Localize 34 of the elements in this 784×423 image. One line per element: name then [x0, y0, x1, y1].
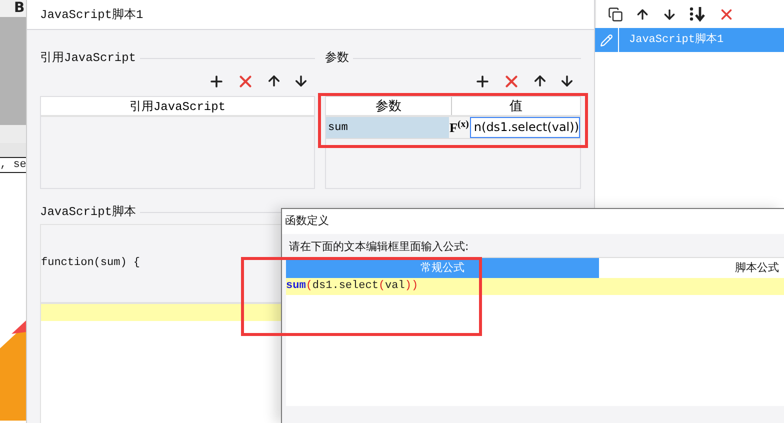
code-token: ds1.select — [312, 280, 378, 292]
code-token: ( — [306, 280, 312, 292]
dialog-title: 函数定义 — [285, 213, 329, 230]
script-name: JavaScript脚本1 — [628, 32, 724, 48]
parameter-name-cell[interactable]: sum — [326, 117, 449, 138]
move-up-icon[interactable] — [635, 6, 650, 22]
column-header[interactable]: 参数 — [326, 97, 452, 115]
text-fragment: , se — [0, 157, 26, 173]
section-title: 引用JavaScript — [40, 50, 136, 67]
code-line: function(sum) { — [41, 256, 140, 272]
add-icon[interactable] — [208, 72, 225, 90]
section-title: JavaScript脚本 — [40, 204, 136, 221]
code-token: sum — [286, 280, 306, 292]
formula-tab[interactable]: 脚本公式 — [599, 258, 784, 278]
add-icon[interactable] — [474, 72, 491, 90]
prompt-text: 请在下面的文本编辑框里面输入公式: — [288, 239, 470, 255]
move-up-icon[interactable] — [532, 73, 548, 89]
column-header[interactable]: 值 — [452, 97, 580, 115]
column-header[interactable]: 引用JavaScript — [41, 97, 314, 115]
move-to-bottom-icon[interactable] — [689, 6, 706, 22]
code-token: )) — [404, 280, 418, 292]
section-title: 参数 — [325, 50, 349, 67]
toolbar-letter[interactable]: B — [0, 0, 26, 17]
value-field[interactable]: n(ds1.select(val)) — [470, 117, 580, 138]
pencil-icon — [600, 34, 613, 46]
formula-editor[interactable]: sum(ds1.select(val)) — [286, 278, 784, 406]
code-token: ( — [378, 280, 386, 292]
copy-icon[interactable] — [608, 6, 623, 22]
code-token: val — [385, 280, 405, 292]
move-down-icon[interactable] — [662, 6, 677, 22]
dialog-title: JavaScript脚本1 — [40, 6, 144, 24]
move-up-icon[interactable] — [266, 73, 282, 89]
move-down-icon[interactable] — [293, 73, 309, 89]
move-down-icon[interactable] — [559, 73, 575, 89]
